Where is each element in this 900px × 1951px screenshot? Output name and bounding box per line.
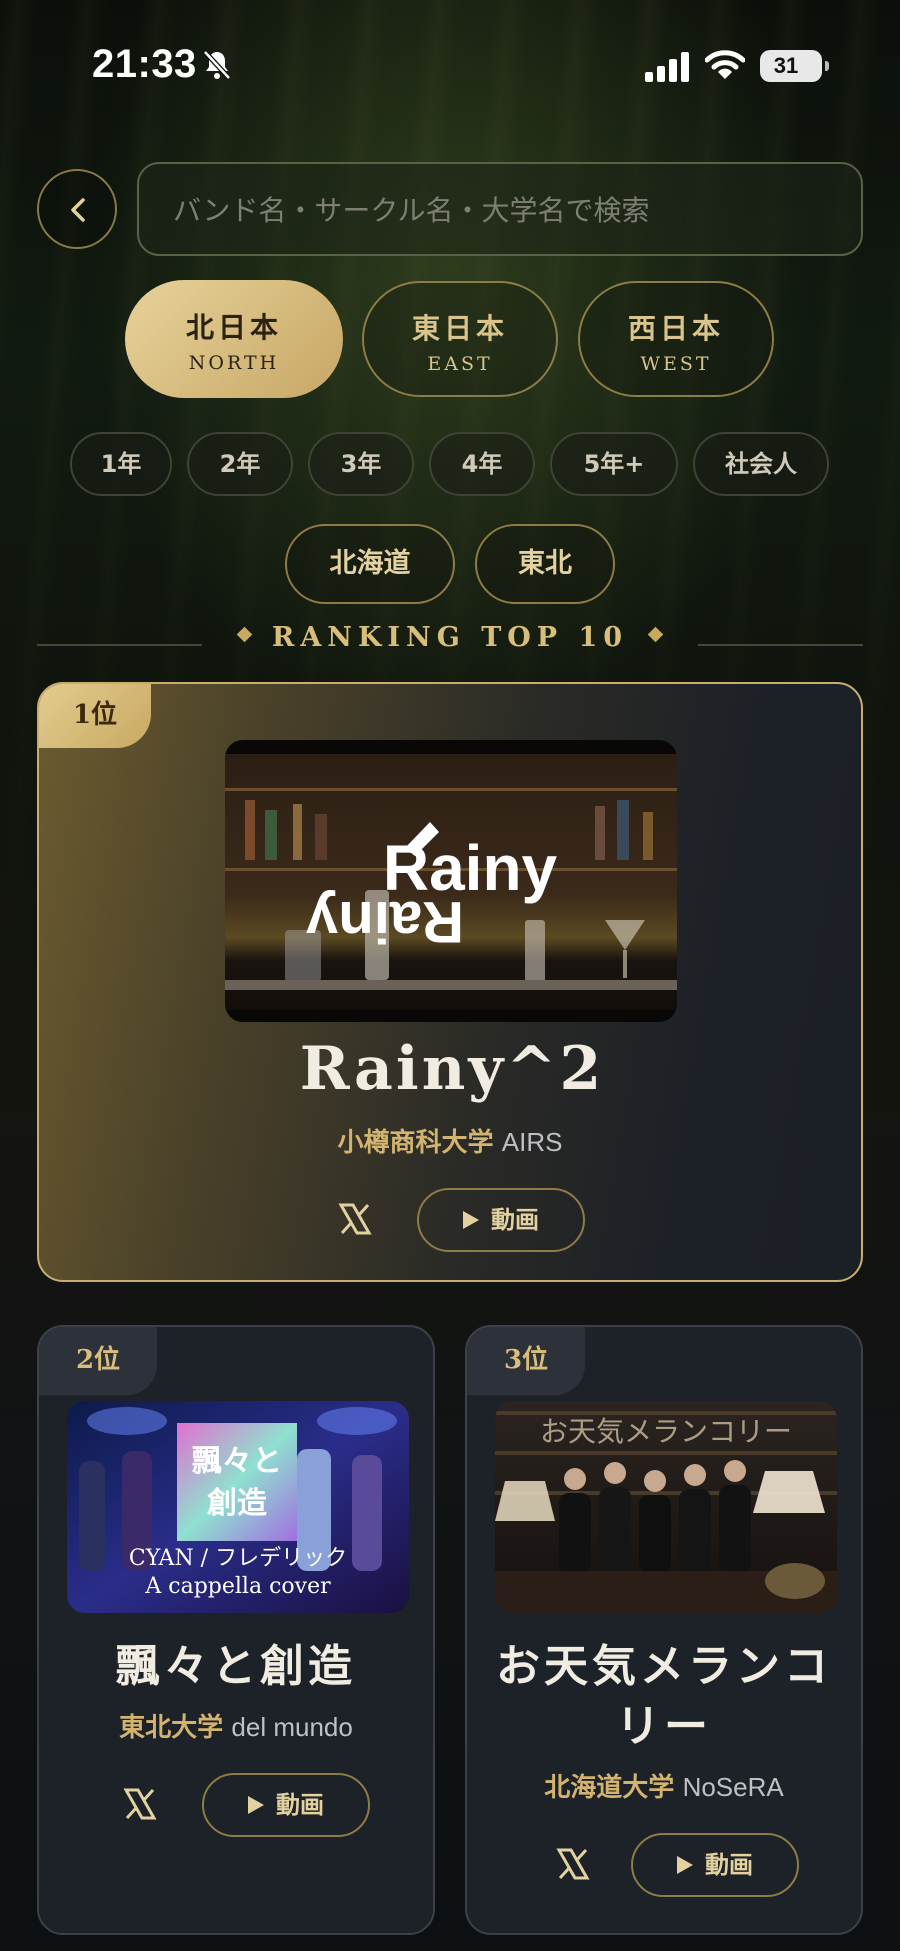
status-bar: 21:33 31 — [0, 0, 900, 120]
thumbnail-title-text: お天気メランコリー — [540, 1415, 792, 1448]
wifi-icon — [705, 50, 745, 79]
x-logo-icon[interactable] — [335, 1199, 375, 1239]
play-icon — [677, 1856, 693, 1874]
entry-name-line-2: リー — [616, 1701, 712, 1752]
region-sublabel: WEST — [640, 353, 712, 375]
battery-level: 31 — [773, 53, 799, 78]
entry-university: 北海道大学 — [544, 1773, 675, 1803]
entry-group: NoSeRA — [682, 1772, 784, 1802]
region-east-button[interactable]: 東日本 EAST — [362, 281, 558, 397]
area-filter-hokkaido[interactable]: 北海道 — [285, 524, 455, 604]
play-icon — [248, 1796, 264, 1814]
video-button[interactable]: 動画 — [202, 1773, 370, 1837]
rank-badge: 3位 — [467, 1327, 585, 1395]
ranking-card-3[interactable]: 3位 お天気メランコリー お天気メランコ リー 北海道大学 NoSeRA 動画 — [465, 1325, 863, 1935]
entry-group: AIRS — [501, 1127, 563, 1157]
entry-affiliation: 東北大学 del mundo — [39, 1707, 433, 1744]
stage-performance-thumbnail: 飄々と 創造 CYAN / フレデリック A cappella cover — [67, 1401, 409, 1613]
battery-icon: 31 — [760, 50, 829, 82]
entry-name: 飄々と創造 — [116, 1641, 356, 1692]
group-photo-thumbnail: お天気メランコリー — [495, 1401, 837, 1613]
chevron-left-icon — [71, 198, 85, 222]
area-filter-tohoku[interactable]: 東北 — [475, 524, 615, 604]
video-thumbnail[interactable]: お天気メランコリー — [495, 1401, 837, 1613]
year-filter-1[interactable]: 1年 — [70, 432, 172, 496]
thumbnail-logo-text-mirrored: Rainy — [306, 889, 464, 954]
diamond-icon — [236, 626, 253, 643]
status-time: 21:33 — [92, 42, 197, 86]
year-filter-2[interactable]: 2年 — [187, 432, 293, 496]
video-thumbnail[interactable]: Rainy Rainy — [225, 740, 677, 1022]
year-filter-working[interactable]: 社会人 — [693, 432, 829, 496]
bell-muted-icon — [203, 50, 231, 80]
svg-text:創造: 創造 — [207, 1486, 267, 1521]
region-label: 西日本 — [627, 312, 724, 345]
ranking-card-1[interactable]: 1位 Rainy Rainy Rainy^2 小樽商科大学 AIRS 動画 — [37, 682, 863, 1282]
entry-university: 東北大学 — [119, 1713, 224, 1743]
year-filter-4[interactable]: 4年 — [429, 432, 535, 496]
region-sublabel: EAST — [427, 353, 493, 375]
thumbnail-caption-2: A cappella cover — [144, 1574, 331, 1599]
region-west-button[interactable]: 西日本 WEST — [578, 281, 774, 397]
entry-university: 小樽商科大学 — [337, 1128, 494, 1158]
video-thumbnail[interactable]: 飄々と 創造 CYAN / フレデリック A cappella cover — [67, 1401, 409, 1613]
search-field[interactable] — [137, 162, 863, 256]
video-button[interactable]: 動画 — [631, 1833, 799, 1897]
ranking-header: RANKING TOP 10 — [0, 622, 900, 653]
year-filter-3[interactable]: 3年 — [308, 432, 414, 496]
x-logo-icon[interactable] — [120, 1784, 160, 1824]
bar-scene-thumbnail: Rainy Rainy — [225, 740, 677, 1022]
search-input[interactable] — [171, 164, 835, 256]
ranking-card-2[interactable]: 2位 飄々と 創造 CYAN / フレデリック A cappella cover… — [37, 1325, 435, 1935]
entry-group: del mundo — [231, 1712, 353, 1742]
entry-name: Rainy^2 — [299, 1034, 605, 1104]
rank-badge: 1位 — [39, 684, 151, 748]
video-button-label: 動画 — [705, 1851, 753, 1879]
cellular-signal-icon — [645, 52, 689, 82]
region-sublabel: NORTH — [188, 352, 280, 374]
region-label: 東日本 — [411, 312, 508, 345]
video-button-label: 動画 — [491, 1206, 539, 1234]
region-label: 北日本 — [185, 311, 282, 344]
entry-affiliation: 小樽商科大学 AIRS — [39, 1122, 861, 1159]
video-button-label: 動画 — [276, 1791, 324, 1819]
video-button[interactable]: 動画 — [417, 1188, 585, 1252]
thumbnail-art-title: 飄々と — [191, 1444, 282, 1479]
region-north-button[interactable]: 北日本 NORTH — [125, 280, 343, 398]
year-filter-5plus[interactable]: 5年+ — [550, 432, 678, 496]
diamond-icon — [647, 626, 664, 643]
entry-name: お天気メランコ リー — [467, 1637, 861, 1757]
play-icon — [463, 1211, 479, 1229]
thumbnail-caption-1: CYAN / フレデリック — [129, 1546, 347, 1571]
ranking-title: RANKING TOP 10 — [271, 622, 629, 653]
x-logo-icon[interactable] — [553, 1844, 593, 1884]
back-button[interactable] — [37, 169, 117, 249]
entry-affiliation: 北海道大学 NoSeRA — [467, 1767, 861, 1804]
rank-badge: 2位 — [39, 1327, 157, 1395]
entry-name-line-1: お天気メランコ — [496, 1641, 832, 1692]
